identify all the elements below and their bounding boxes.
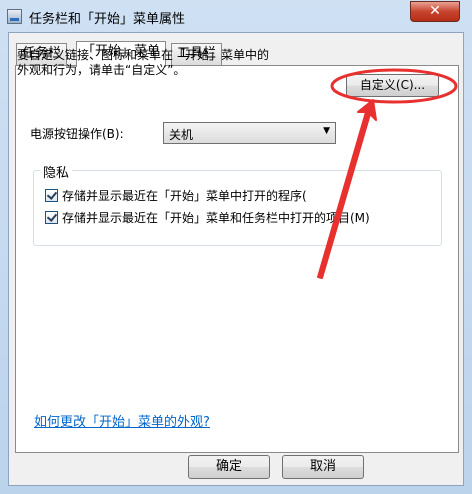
power-action-select[interactable]: 关机 ▼ [163, 122, 336, 144]
properties-window: 任务栏和「开始」菜单属性 ✕ 任务栏 「开始」菜单 工具栏 要自定义链接、图标和… [0, 0, 472, 494]
checkbox-programs[interactable] [45, 189, 58, 202]
privacy-option-items[interactable]: 存储并显示最近在「开始」菜单和任务栏中打开的项目(M) [45, 209, 370, 226]
customize-button[interactable]: 自定义(C)... [346, 74, 439, 97]
checkbox-items[interactable] [45, 211, 58, 224]
ok-button[interactable]: 确定 [188, 455, 270, 479]
power-action-value: 关机 [169, 128, 194, 142]
help-link[interactable]: 如何更改「开始」菜单的外观? [34, 411, 210, 430]
window-title: 任务栏和「开始」菜单属性 [29, 12, 186, 27]
taskbar-icon [7, 9, 22, 24]
privacy-option-programs-label: 存储并显示最近在「开始」菜单中打开的程序( [62, 189, 307, 203]
power-button-label: 电源按钮操作(B): [30, 127, 124, 141]
close-button[interactable]: ✕ [410, 1, 460, 22]
privacy-option-programs[interactable]: 存储并显示最近在「开始」菜单中打开的程序( [45, 187, 307, 204]
privacy-option-items-label: 存储并显示最近在「开始」菜单和任务栏中打开的项目(M) [62, 211, 370, 225]
cancel-button[interactable]: 取消 [282, 455, 364, 479]
title-bar[interactable]: 任务栏和「开始」菜单属性 ✕ [0, 0, 472, 32]
privacy-group [33, 170, 442, 246]
intro-text: 要自定义链接、图标和菜单在「开始」菜单中的 外观和行为，请单击“自定义”。 [17, 48, 337, 78]
intro-line-2: 外观和行为，请单击“自定义”。 [17, 63, 186, 77]
privacy-group-title: 隐私 [40, 162, 73, 181]
chevron-down-icon: ▼ [323, 126, 330, 136]
intro-line-1: 要自定义链接、图标和菜单在「开始」菜单中的 [17, 48, 270, 62]
